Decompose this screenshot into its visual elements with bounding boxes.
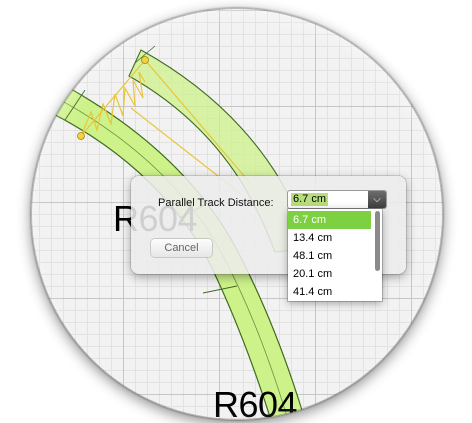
dropdown-option[interactable]: 13.4 cm (288, 229, 371, 247)
distance-dropdown-list[interactable]: 6.7 cm 13.4 cm 48.1 cm 20.1 cm 41.4 cm (288, 209, 382, 301)
parallel-distance-label: Parallel Track Distance: (158, 197, 274, 209)
parallel-distance-combobox[interactable]: 6.7 cm ⌵ (287, 190, 387, 209)
track-label-lower: R604 (213, 384, 298, 420)
spring-handle-start[interactable] (77, 132, 85, 140)
chevron-down-icon[interactable]: ⌵ (368, 191, 386, 208)
dropdown-option[interactable]: 20.1 cm (288, 265, 371, 283)
dropdown-option[interactable]: 6.7 cm (288, 211, 371, 229)
spring-handle-end[interactable] (141, 56, 149, 64)
dropdown-option[interactable]: 48.1 cm (288, 247, 371, 265)
dropdown-scrollbar[interactable] (375, 211, 380, 271)
dropdown-option[interactable]: 41.4 cm (288, 283, 371, 301)
cancel-button[interactable]: Cancel (151, 239, 212, 257)
parallel-distance-value[interactable]: 6.7 cm (291, 193, 329, 206)
